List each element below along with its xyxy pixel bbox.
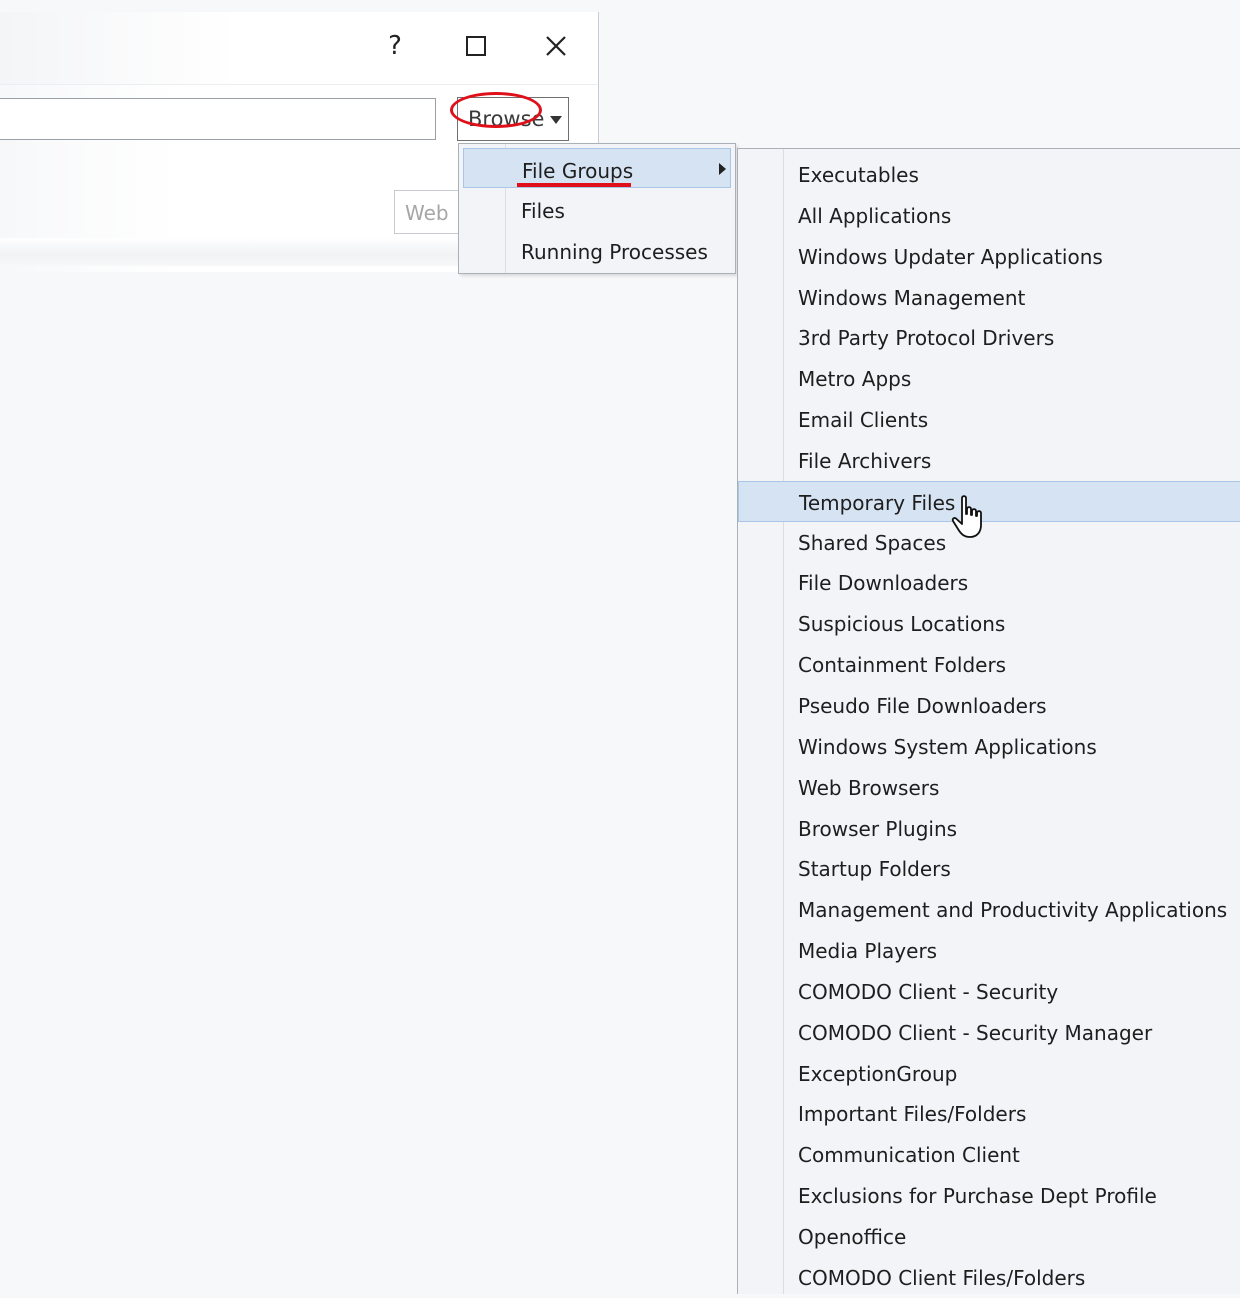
submenu-item[interactable]: Media Players [738,930,1240,971]
submenu-item-label: Openoffice [798,1224,907,1249]
submenu-item[interactable]: Executables [738,154,1240,195]
submenu-item[interactable]: Communication Client [738,1134,1240,1175]
submenu-item-label: File Archivers [798,448,932,473]
menu-item-running-processes[interactable]: Running Processes [463,230,731,270]
submenu-item[interactable]: Suspicious Locations [738,603,1240,644]
submenu-item-label: Management and Productivity Applications [798,898,1228,923]
submenu-item-label: Suspicious Locations [798,612,1006,637]
submenu-item-label: Startup Folders [798,857,951,882]
submenu-item[interactable]: ExceptionGroup [738,1053,1240,1094]
submenu-item-label: 3rd Party Protocol Drivers [798,326,1055,351]
submenu-item[interactable]: All Applications [738,195,1240,236]
title-bar: ? [0,12,598,85]
submenu-item[interactable]: COMODO Client Files/Folders [738,1257,1240,1298]
menu-item-label: File Groups [522,159,634,183]
browse-button[interactable]: Browse [450,92,569,141]
submenu-item-label: Executables [798,163,919,187]
submenu-list: Executables All Applications Windows Upd… [738,154,1240,1298]
dropdown-arrow-icon [550,116,562,124]
submenu-item[interactable]: Important Files/Folders [738,1093,1240,1134]
submenu-item[interactable]: Openoffice [738,1216,1240,1257]
submenu-item[interactable]: COMODO Client - Security Manager [738,1012,1240,1053]
path-input[interactable] [0,98,436,140]
submenu-item[interactable]: Windows System Applications [738,726,1240,767]
menu-item-files[interactable]: Files [463,189,731,229]
submenu-item-label: Temporary Files [799,490,956,515]
submenu-item[interactable]: Pseudo File Downloaders [738,685,1240,726]
menu-item-label: Running Processes [521,240,708,264]
submenu-item[interactable]: File Downloaders [738,562,1240,603]
submenu-item[interactable]: Web Browsers [738,767,1240,808]
submenu-item[interactable]: Metro Apps [738,358,1240,399]
annotation-circle [450,92,542,128]
submenu-item-label: ExceptionGroup [798,1061,958,1086]
submenu-item-label: Shared Spaces [798,530,947,555]
submenu-item-label: Important Files/Folders [798,1102,1027,1127]
submenu-item-label: COMODO Client - Security [798,979,1059,1004]
submenu-item-label: Email Clients [798,408,929,433]
submenu-item[interactable]: COMODO Client - Security [738,971,1240,1012]
submenu-item[interactable]: Email Clients [738,399,1240,440]
submenu-item-label: Windows Updater Applications [798,244,1103,269]
submenu-item-label: Exclusions for Purchase Dept Profile [798,1184,1157,1209]
submenu-item-label: Windows Management [798,285,1026,310]
submenu-item-label: Browser Plugins [798,816,958,841]
submenu-item-label: Metro Apps [798,367,912,392]
submenu-item-label: File Downloaders [798,571,969,596]
submenu-item[interactable]: Exclusions for Purchase Dept Profile [738,1175,1240,1216]
submenu-item-label: Web Browsers [798,775,940,800]
annotation-underline [517,183,631,187]
menu-item-file-groups[interactable]: File Groups [463,148,731,188]
close-icon[interactable] [536,26,576,66]
submenu-item[interactable]: Windows Updater Applications [738,236,1240,277]
submenu-item[interactable]: Management and Productivity Applications [738,889,1240,930]
submenu-item-label: All Applications [798,203,952,228]
submenu-item[interactable]: File Archivers [738,440,1240,481]
submenu-item-label: Communication Client [798,1143,1020,1168]
menu-item-label: Files [521,199,565,223]
submenu-item-label: Windows System Applications [798,734,1097,759]
web-button[interactable]: Web [394,190,464,234]
submenu-item[interactable]: Startup Folders [738,848,1240,889]
submenu-arrow-icon [719,163,726,175]
submenu-item[interactable]: Windows Management [738,277,1240,318]
submenu-item-label: Containment Folders [798,653,1007,678]
browse-menu: File Groups Files Running Processes [458,143,736,274]
submenu-item-label: COMODO Client - Security Manager [798,1020,1153,1045]
hand-pointer-icon [951,495,982,538]
file-groups-submenu: Executables All Applications Windows Upd… [737,148,1240,1294]
submenu-item-label: Media Players [798,939,938,964]
submenu-item[interactable]: 3rd Party Protocol Drivers [738,317,1240,358]
submenu-item-label: Pseudo File Downloaders [798,693,1047,718]
submenu-item-label: COMODO Client Files/Folders [798,1265,1086,1290]
torn-edge [0,238,460,266]
maximize-icon[interactable] [456,26,496,66]
submenu-item[interactable]: Browser Plugins [738,808,1240,849]
help-icon[interactable]: ? [375,26,415,66]
submenu-item[interactable]: Containment Folders [738,644,1240,685]
